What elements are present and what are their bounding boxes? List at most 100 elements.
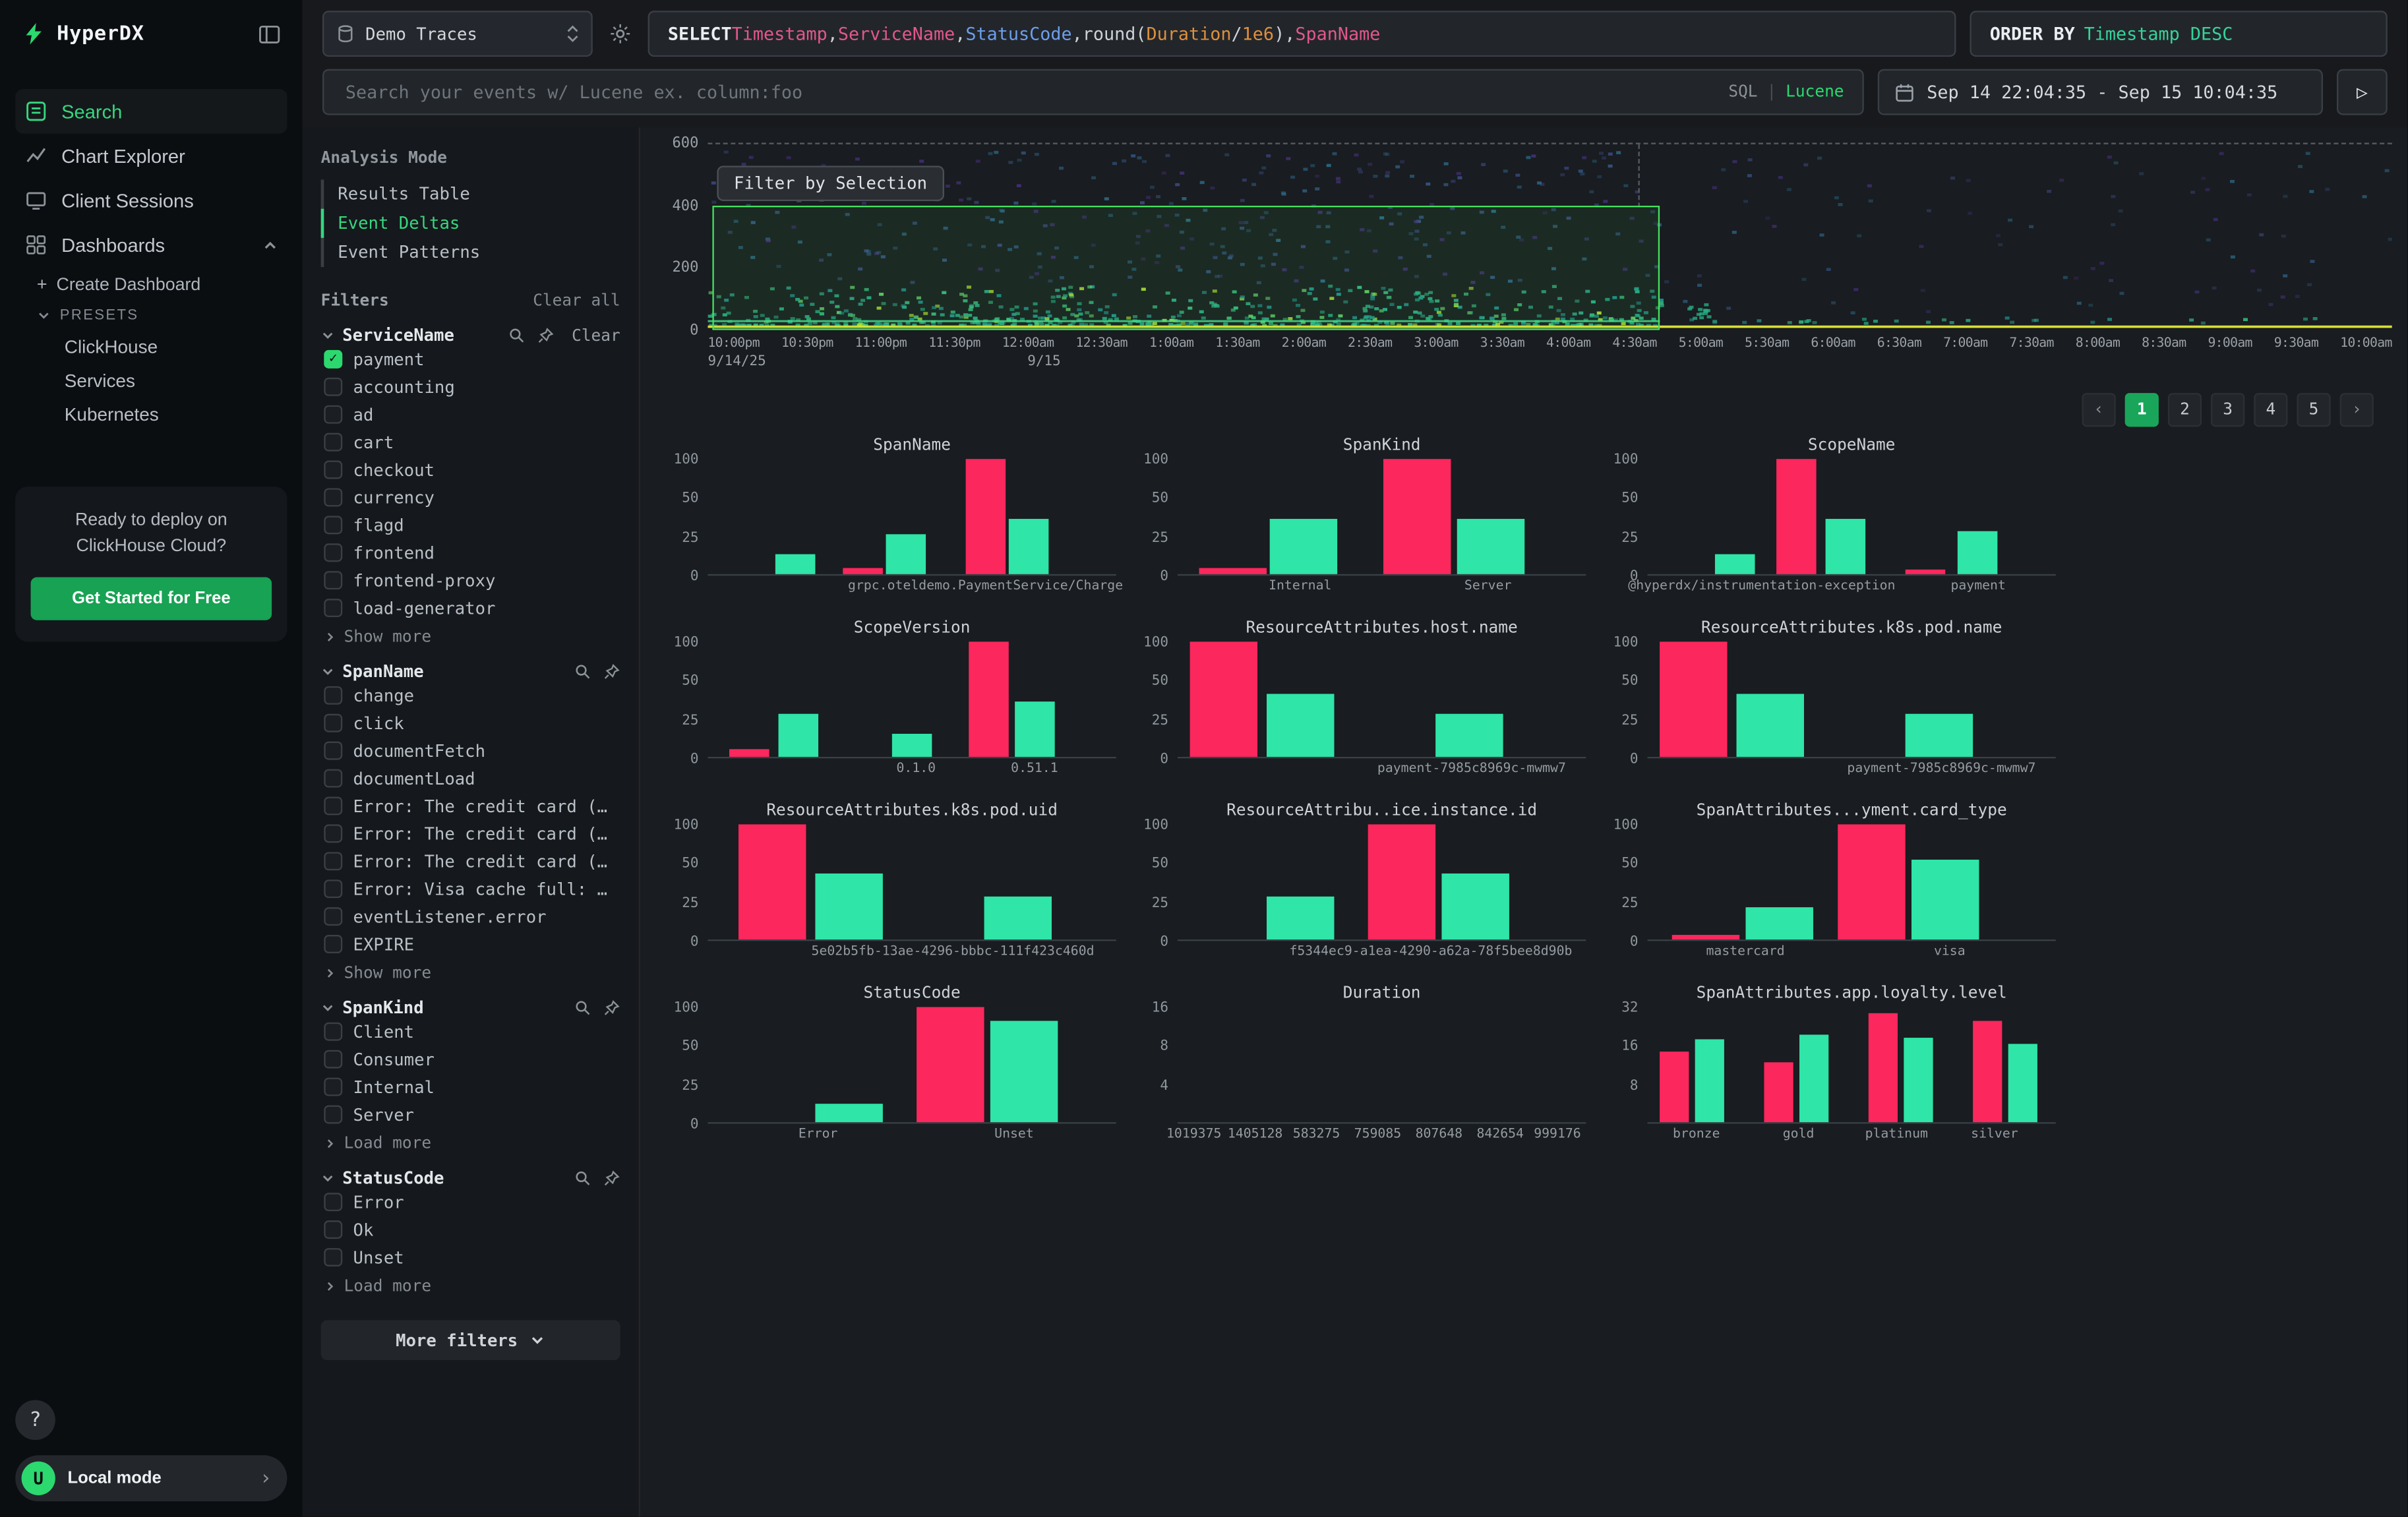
checkbox[interactable] — [324, 769, 342, 788]
heatmap-plot[interactable]: Filter by Selection — [707, 143, 2392, 330]
chevron-down-icon[interactable] — [321, 665, 335, 678]
checkbox[interactable] — [324, 1050, 342, 1069]
delta-bar[interactable] — [1267, 896, 1334, 939]
checkbox[interactable]: ✓ — [324, 350, 342, 369]
filter-checkbox-row[interactable]: Client — [321, 1018, 620, 1046]
pin-icon[interactable] — [603, 999, 620, 1017]
delta-bar[interactable] — [1015, 701, 1055, 757]
filter-search-icon[interactable] — [509, 327, 526, 344]
sidebar-item-client-sessions[interactable]: Client Sessions — [15, 178, 287, 223]
delta-bar[interactable] — [2008, 1044, 2037, 1122]
delta-bar[interactable] — [815, 1104, 882, 1122]
filter-search-icon[interactable] — [574, 663, 591, 680]
filter-show-more-link[interactable]: Load more — [321, 1271, 620, 1295]
delta-bar[interactable] — [729, 749, 769, 757]
filter-checkbox-row[interactable]: load-generator — [321, 594, 620, 622]
delta-bar[interactable] — [917, 1007, 984, 1122]
sidebar-item-services[interactable]: Services — [28, 364, 287, 398]
filter-checkbox-row[interactable]: click — [321, 709, 620, 737]
pagination-page-5[interactable]: 5 — [2297, 393, 2330, 427]
filter-checkbox-row[interactable]: checkout — [321, 456, 620, 484]
delta-bar[interactable] — [1368, 824, 1435, 939]
chart-plot[interactable] — [1178, 824, 1586, 941]
sidebar-item-kubernetes[interactable]: Kubernetes — [28, 398, 287, 431]
filter-checkbox-row[interactable]: frontend-proxy — [321, 566, 620, 594]
checkbox[interactable] — [324, 1106, 342, 1124]
filter-checkbox-row[interactable]: ad — [321, 401, 620, 429]
filter-checkbox-row[interactable]: Error: The credit card (… — [321, 847, 620, 875]
chart-plot[interactable] — [1647, 641, 2055, 758]
chevron-down-icon[interactable] — [321, 1172, 335, 1185]
language-sql-option[interactable]: SQL — [1728, 83, 1757, 102]
filter-checkbox-row[interactable]: ✓payment — [321, 345, 620, 373]
filter-checkbox-row[interactable]: Server — [321, 1101, 620, 1129]
chart-plot[interactable] — [707, 459, 1116, 576]
filter-checkbox-row[interactable]: Error: The credit card (… — [321, 819, 620, 847]
chart-plot[interactable] — [1178, 459, 1586, 576]
delta-bar[interactable] — [990, 1021, 1058, 1122]
chart-plot[interactable] — [707, 1007, 1116, 1123]
delta-bar[interactable] — [1911, 859, 1979, 939]
filter-group-name[interactable]: ServiceName — [342, 326, 454, 345]
chevron-down-icon[interactable] — [321, 1001, 335, 1015]
filter-checkbox-row[interactable]: eventListener.error — [321, 903, 620, 930]
filter-checkbox-row[interactable]: cart — [321, 429, 620, 456]
delta-bar[interactable] — [1764, 1062, 1793, 1122]
checkbox[interactable] — [324, 907, 342, 926]
filter-checkbox-row[interactable]: Consumer — [321, 1046, 620, 1073]
checkbox[interactable] — [324, 405, 342, 424]
filter-checkbox-row[interactable]: EXPIRE — [321, 930, 620, 958]
delta-bar[interactable] — [775, 553, 816, 574]
checkbox[interactable] — [324, 1248, 342, 1266]
filter-group-name[interactable]: SpanName — [342, 662, 423, 682]
delta-bar[interactable] — [966, 459, 1006, 574]
delta-bar[interactable] — [1695, 1039, 1724, 1122]
chart-plot[interactable] — [707, 641, 1116, 758]
pagination-next-button[interactable]: › — [2340, 393, 2374, 427]
filter-checkbox-row[interactable]: Ok — [321, 1216, 620, 1243]
filter-show-more-link[interactable]: Load more — [321, 1128, 620, 1152]
delta-bar[interactable] — [1435, 713, 1503, 757]
chart-plot[interactable] — [1178, 1007, 1586, 1123]
sidebar-item-chart-explorer[interactable]: Chart Explorer — [15, 134, 287, 179]
delta-bar[interactable] — [892, 734, 932, 757]
checkbox[interactable] — [324, 1078, 342, 1096]
checkbox[interactable] — [324, 433, 342, 452]
order-by-input[interactable]: ORDER BY Timestamp DESC — [1970, 11, 2387, 57]
collapse-sidebar-icon[interactable] — [258, 22, 281, 45]
filter-group-name[interactable]: SpanKind — [342, 998, 423, 1018]
delta-bar[interactable] — [1660, 1051, 1689, 1122]
checkbox[interactable] — [324, 461, 342, 479]
checkbox[interactable] — [324, 1023, 342, 1041]
chart-plot[interactable] — [1647, 1007, 2055, 1123]
sidebar-item-clickhouse[interactable]: ClickHouse — [28, 330, 287, 364]
pin-icon[interactable] — [603, 663, 620, 680]
checkbox[interactable] — [324, 516, 342, 534]
chart-plot[interactable] — [707, 824, 1116, 941]
filter-checkbox-row[interactable]: Internal — [321, 1073, 620, 1101]
help-button[interactable]: ? — [15, 1400, 55, 1441]
checkbox[interactable] — [324, 879, 342, 898]
delta-bar[interactable] — [1199, 568, 1267, 574]
delta-bar[interactable] — [1906, 713, 1973, 757]
checkbox[interactable] — [324, 571, 342, 589]
filter-checkbox-row[interactable]: accounting — [321, 373, 620, 401]
checkbox[interactable] — [324, 824, 342, 843]
delta-bar[interactable] — [1799, 1034, 1828, 1122]
delta-bar[interactable] — [1190, 641, 1257, 757]
analysis-mode-event-patterns[interactable]: Event Patterns — [321, 238, 620, 267]
pagination-prev-button[interactable]: ‹ — [2082, 393, 2115, 427]
delta-bar[interactable] — [1869, 1013, 1898, 1122]
delta-bar[interactable] — [984, 896, 1052, 939]
filter-show-more-link[interactable]: Show more — [321, 622, 620, 646]
search-input[interactable] — [342, 80, 1716, 104]
sql-select-input[interactable]: SELECT Timestamp, ServiceName, StatusCod… — [648, 11, 1956, 57]
delta-bar[interactable] — [1441, 874, 1509, 939]
delta-bar[interactable] — [1904, 1037, 1933, 1122]
delta-bar[interactable] — [1737, 694, 1804, 757]
sidebar-item-dashboards[interactable]: Dashboards — [15, 223, 287, 268]
pin-icon[interactable] — [538, 327, 555, 344]
sidebar-item-presets[interactable]: PRESETS — [28, 301, 287, 330]
sidebar-item-create-dashboard[interactable]: + Create Dashboard — [28, 270, 287, 301]
delta-bar[interactable] — [1672, 935, 1739, 939]
